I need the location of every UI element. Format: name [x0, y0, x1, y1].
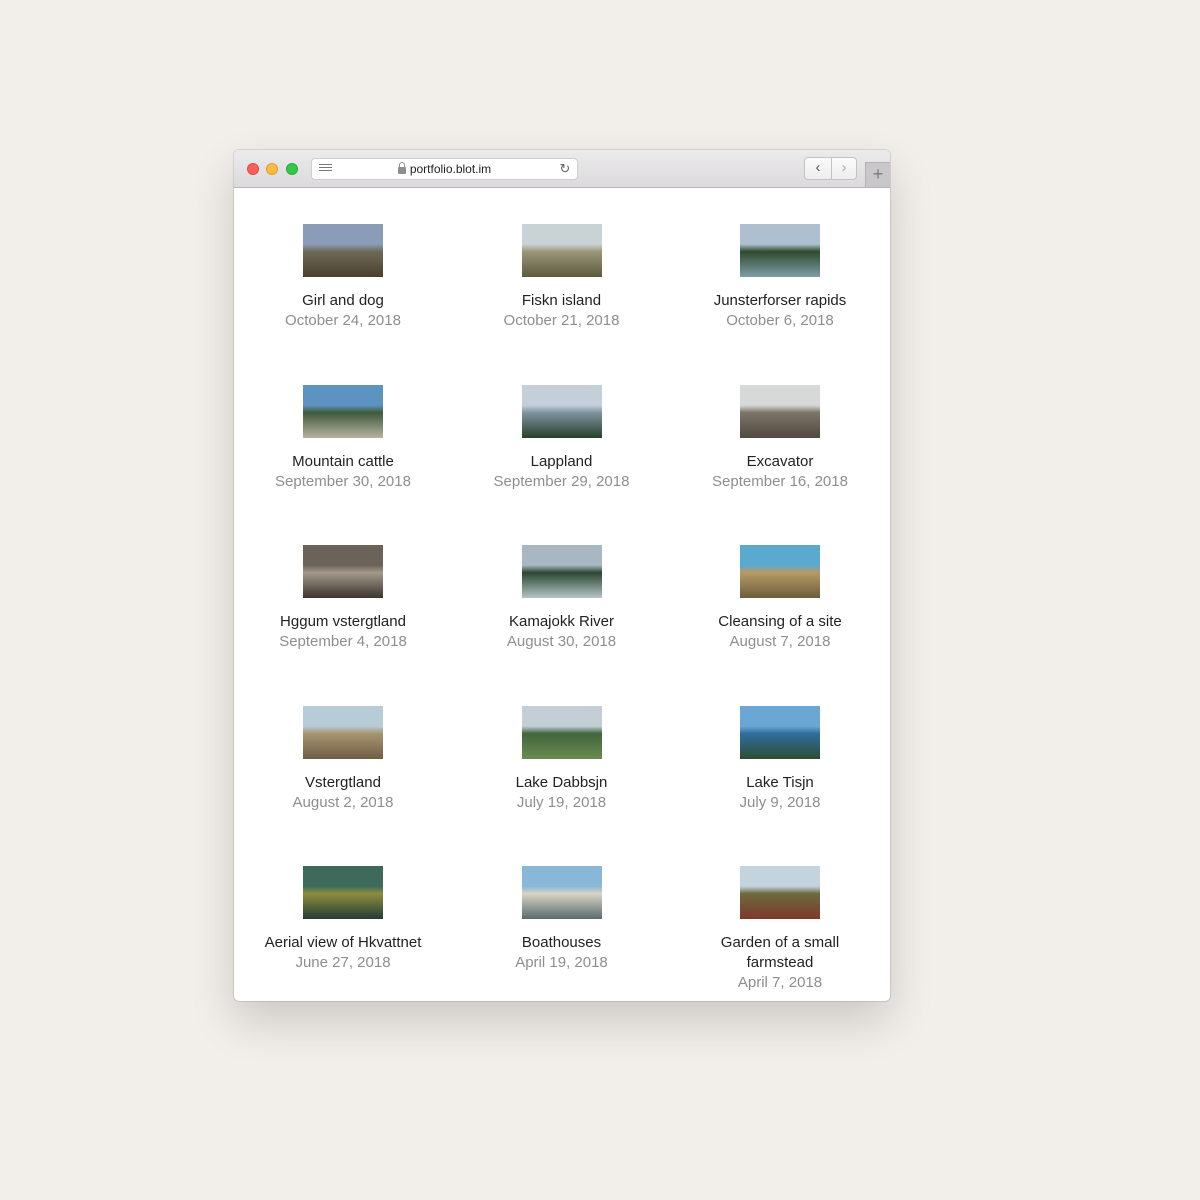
post-thumbnail[interactable] [740, 705, 820, 759]
post-date: September 30, 2018 [275, 472, 411, 490]
post-thumbnail[interactable] [303, 866, 383, 919]
post-title[interactable]: Mountain cattle [234, 452, 452, 472]
url-text: portfolio.blot.im [409, 162, 492, 176]
post-thumbnail[interactable] [303, 384, 383, 438]
post-item[interactable]: Garden of a small farmstead April 7, 2018 [671, 866, 889, 993]
post-title[interactable]: Lake Dabbsjn [453, 773, 671, 793]
post-date: June 27, 2018 [295, 954, 391, 971]
post-thumbnail[interactable] [521, 384, 602, 438]
post-thumbnail[interactable] [740, 545, 820, 598]
post-item[interactable]: Vstergtland August 2, 2018 [234, 705, 452, 813]
post-date: August 30, 2018 [506, 633, 617, 650]
back-button[interactable]: ‹ [805, 158, 832, 179]
post-title[interactable]: Cleansing of a site [671, 612, 889, 632]
post-item[interactable]: Lake Dabbsjn July 19, 2018 [453, 705, 671, 813]
post-thumbnail[interactable] [303, 224, 383, 277]
post-thumbnail[interactable] [303, 705, 383, 759]
post-title[interactable]: Aerial view of Hkvattnet [234, 933, 452, 953]
maximize-window-button[interactable] [286, 163, 298, 175]
post-thumbnail[interactable] [740, 224, 820, 277]
forward-button[interactable]: › [831, 158, 856, 179]
post-date: September 16, 2018 [712, 472, 848, 490]
post-title[interactable]: Hggum vstergtland [234, 612, 452, 632]
post-date: April 7, 2018 [737, 974, 823, 991]
browser-window: portfolio.blot.im ↻ ‹ › + Girl and dog Oc… [234, 150, 890, 1001]
post-thumbnail[interactable] [521, 866, 602, 919]
post-date: October 6, 2018 [726, 312, 834, 329]
post-date: August 7, 2018 [729, 633, 831, 650]
post-date: April 19, 2018 [515, 954, 608, 971]
navigation-buttons: ‹ › [804, 157, 857, 180]
post-date: July 19, 2018 [516, 793, 607, 811]
url-container: portfolio.blot.im [312, 159, 577, 179]
lock-icon [397, 162, 406, 174]
post-date: September 4, 2018 [279, 633, 407, 650]
post-item[interactable]: Kamajokk River August 30, 2018 [453, 545, 671, 652]
post-thumbnail[interactable] [303, 545, 383, 598]
post-item[interactable]: Lake Tisjn July 9, 2018 [671, 705, 889, 813]
post-date: August 2, 2018 [292, 793, 394, 811]
post-title[interactable]: Lake Tisjn [671, 773, 889, 793]
post-title[interactable]: Boathouses [453, 933, 671, 953]
post-title[interactable]: Fiskn island [453, 291, 671, 311]
post-date: September 29, 2018 [493, 472, 630, 490]
post-title[interactable]: Lappland [453, 452, 671, 472]
post-thumbnail[interactable] [740, 384, 820, 438]
post-thumbnail[interactable] [521, 705, 602, 759]
post-item[interactable]: Mountain cattle September 30, 2018 [234, 384, 452, 492]
post-date: October 21, 2018 [503, 312, 620, 329]
post-title[interactable]: Junsterforser rapids [671, 291, 889, 311]
post-title[interactable]: Girl and dog [234, 291, 452, 311]
address-bar[interactable]: portfolio.blot.im ↻ [311, 158, 578, 180]
post-thumbnail[interactable] [521, 224, 602, 277]
post-item[interactable]: Aerial view of Hkvattnet June 27, 2018 [234, 866, 452, 973]
post-item[interactable]: Cleansing of a site August 7, 2018 [671, 545, 889, 652]
minimize-window-button[interactable] [266, 163, 278, 175]
post-title[interactable]: Excavator [671, 452, 889, 472]
post-thumbnail[interactable] [740, 866, 820, 919]
new-tab-button[interactable]: + [865, 162, 890, 187]
post-title[interactable]: Vstergtland [234, 773, 452, 793]
post-item[interactable]: Junsterforser rapids October 6, 2018 [671, 224, 889, 331]
post-date: October 24, 2018 [285, 312, 401, 329]
reload-icon[interactable]: ↻ [558, 162, 572, 176]
post-item[interactable]: Fiskn island October 21, 2018 [453, 224, 671, 331]
post-title[interactable]: Garden of a small farmstead [671, 933, 889, 973]
post-title[interactable]: Kamajokk River [453, 612, 671, 632]
close-window-button[interactable] [247, 163, 259, 175]
post-item[interactable]: Boathouses April 19, 2018 [453, 866, 671, 973]
post-item[interactable]: Hggum vstergtland September 4, 2018 [234, 545, 452, 652]
title-bar: portfolio.blot.im ↻ ‹ › + [234, 150, 890, 188]
page-content: Girl and dog October 24, 2018 Fiskn island… [234, 188, 890, 1001]
post-thumbnail[interactable] [521, 545, 602, 598]
post-item[interactable]: Lappland September 29, 2018 [453, 384, 671, 492]
post-date: July 9, 2018 [739, 793, 821, 811]
post-item[interactable]: Excavator September 16, 2018 [671, 384, 889, 492]
post-item[interactable]: Girl and dog October 24, 2018 [234, 224, 452, 331]
